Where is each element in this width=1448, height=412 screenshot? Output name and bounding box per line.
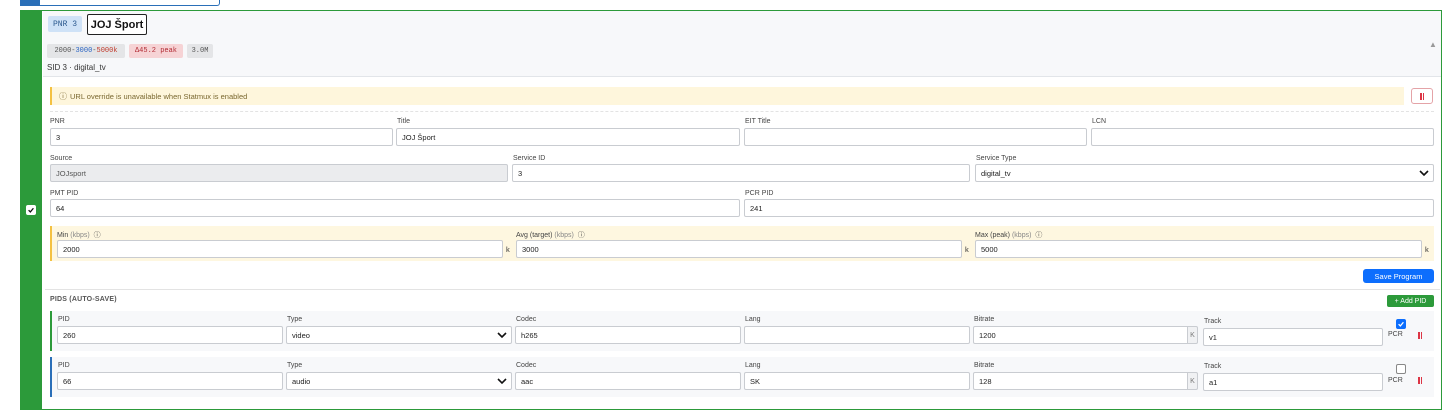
max-unit: k xyxy=(1425,245,1429,254)
chevron-down-icon xyxy=(497,332,507,339)
pid-type-value: audio xyxy=(292,376,311,386)
info-icon: ⓘ xyxy=(577,232,585,239)
divider xyxy=(50,111,1434,112)
pid-input[interactable]: 66 xyxy=(57,372,283,390)
avg-unit: k xyxy=(965,245,969,254)
source-label: Source xyxy=(50,155,73,162)
rate-min: 2000 xyxy=(54,47,72,55)
type-label: Type xyxy=(287,316,303,323)
pcr-checkbox[interactable] xyxy=(1396,319,1406,329)
service-id-input[interactable]: 3 xyxy=(512,164,970,182)
pid-type-select[interactable]: audio xyxy=(286,372,512,390)
pnr-badge: PNR 3 xyxy=(48,16,82,32)
pmt-pid-label: PMT PID xyxy=(50,190,79,197)
track-label: Track xyxy=(1204,318,1222,325)
delete-pid-button[interactable] xyxy=(1418,332,1422,339)
service-id-label: Service ID xyxy=(513,155,546,162)
info-icon: ⓘ xyxy=(93,232,101,239)
pid-label: PID xyxy=(58,316,70,323)
lang-label: Lang xyxy=(745,362,761,369)
max-bitrate-input[interactable]: 5000 xyxy=(975,240,1422,258)
pid-label: PID xyxy=(58,362,70,369)
bitrate-range-badge: 2000-3000-5000k xyxy=(47,44,125,58)
pcr-pid-label: PCR PID xyxy=(745,190,774,197)
pcr-checkbox[interactable] xyxy=(1396,364,1406,374)
bitrate-unit: K xyxy=(1188,326,1198,344)
info-icon: ⓘ xyxy=(59,91,67,101)
eit-title-label: EIT Title xyxy=(745,118,771,125)
track-label: Track xyxy=(1204,363,1222,370)
chevron-down-icon xyxy=(1419,170,1429,177)
trash-icon xyxy=(1420,92,1424,100)
check-icon xyxy=(28,207,34,213)
pnr-label: PNR xyxy=(50,118,65,125)
lang-input[interactable]: SK xyxy=(744,372,970,390)
service-type-value: digital_tv xyxy=(981,168,1011,178)
delete-program-button[interactable] xyxy=(1411,88,1433,104)
track-input[interactable]: a1 xyxy=(1203,373,1383,391)
program-title: JOJ Šport xyxy=(87,14,147,35)
check-icon xyxy=(1398,321,1404,327)
pcr-pid-input[interactable]: 241 xyxy=(744,199,1434,217)
collapse-caret-icon[interactable]: ▲ xyxy=(1429,40,1437,49)
pid-type-select[interactable]: video xyxy=(286,326,512,344)
bitrate-unit: K xyxy=(1188,372,1198,390)
bitrate-label: Bitrate xyxy=(974,362,995,369)
pmt-pid-input[interactable]: 64 xyxy=(50,199,740,217)
pid-bitrate-input[interactable]: 128 xyxy=(973,372,1188,390)
pnr-input[interactable]: 3 xyxy=(50,128,393,146)
info-icon: ⓘ xyxy=(1035,232,1043,239)
rate-max: 5000k xyxy=(96,47,118,55)
codec-input[interactable]: aac xyxy=(515,372,741,390)
codec-label: Codec xyxy=(516,362,537,369)
lcn-label: LCN xyxy=(1092,118,1107,125)
peak-badge: Δ45.2 peak xyxy=(129,44,183,58)
min-unit: k xyxy=(506,245,510,254)
statmux-warning: ⓘ URL override is unavailable when Statm… xyxy=(50,87,1404,105)
trash-icon xyxy=(1418,332,1422,339)
source-input: JOJsport xyxy=(50,164,508,182)
service-type-select[interactable]: digital_tv xyxy=(975,164,1434,182)
lang-input[interactable] xyxy=(744,326,970,344)
title-input[interactable]: JOJ Šport xyxy=(396,128,740,146)
previous-card-outline xyxy=(20,0,220,6)
pid-bitrate-input[interactable]: 1200 xyxy=(973,326,1188,344)
track-input[interactable]: v1 xyxy=(1203,328,1383,346)
rate-avg: 3000 xyxy=(75,47,93,55)
trash-icon xyxy=(1418,377,1422,384)
lcn-input[interactable] xyxy=(1091,128,1434,146)
lang-label: Lang xyxy=(745,316,761,323)
avg-label: Avg (target) (kbps) ⓘ xyxy=(516,232,585,239)
title-label: Title xyxy=(397,118,410,125)
service-type-label: Service Type xyxy=(976,155,1017,162)
pids-section-title: PIDS (AUTO-SAVE) xyxy=(50,296,117,303)
pid-type-value: video xyxy=(292,330,310,340)
bitrate-label: Bitrate xyxy=(974,316,995,323)
codec-input[interactable]: h265 xyxy=(515,326,741,344)
save-program-button[interactable]: Save Program xyxy=(1363,269,1434,283)
pcr-label: PCR xyxy=(1388,377,1403,384)
delete-pid-button[interactable] xyxy=(1418,377,1422,384)
avg-bitrate-input[interactable]: 3000 xyxy=(516,240,962,258)
type-label: Type xyxy=(287,362,303,369)
eit-title-input[interactable] xyxy=(744,128,1087,146)
warning-text: URL override is unavailable when Statmux… xyxy=(70,91,248,101)
chevron-down-icon xyxy=(497,378,507,385)
codec-label: Codec xyxy=(516,316,537,323)
add-pid-button[interactable]: + Add PID xyxy=(1387,295,1434,307)
min-label: Min (kbps) ⓘ xyxy=(57,232,101,239)
min-bitrate-input[interactable]: 2000 xyxy=(57,240,503,258)
statmux-badge: 3.0M xyxy=(187,44,213,58)
pid-input[interactable]: 260 xyxy=(57,326,283,344)
max-label: Max (peak) (kbps) ⓘ xyxy=(975,232,1043,239)
program-select-checkbox[interactable] xyxy=(26,205,36,215)
section-divider xyxy=(45,289,1440,290)
pcr-label: PCR xyxy=(1388,331,1403,338)
program-card-header[interactable] xyxy=(43,11,1441,77)
service-summary: SID 3 · digital_tv xyxy=(47,63,106,72)
